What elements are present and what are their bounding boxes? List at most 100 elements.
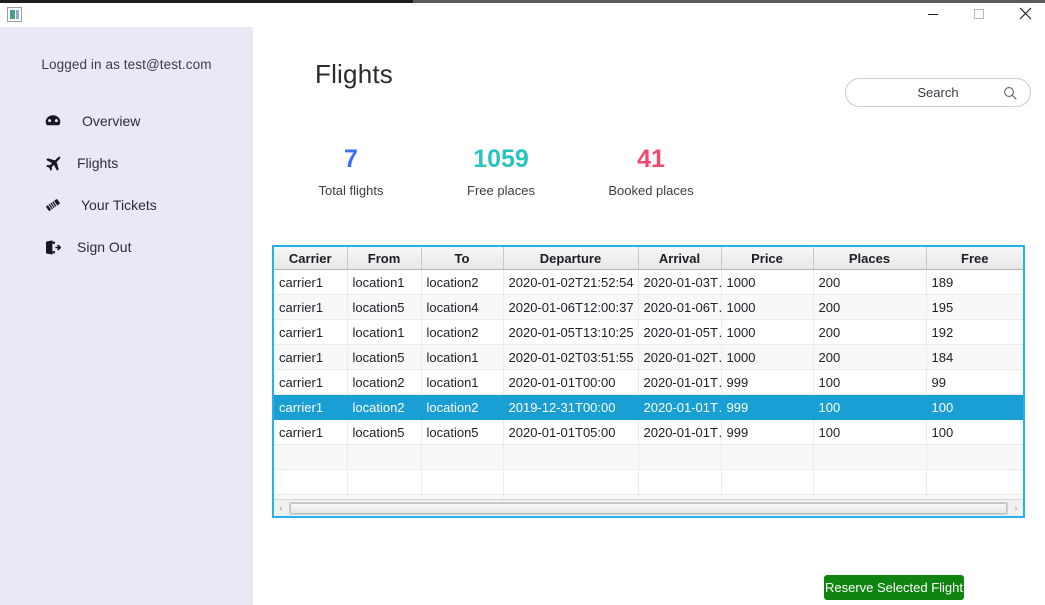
table-cell: location5 <box>421 419 504 445</box>
table-cell-empty <box>347 444 422 470</box>
table-cell: 2020-01-06T… <box>638 294 722 320</box>
window-close-button[interactable] <box>1002 0 1045 27</box>
table-row[interactable]: carrier1 location5 location4 2020-01-06T12:… <box>274 294 1023 320</box>
sidebar-item-overview[interactable]: Overview <box>0 100 253 142</box>
stat-total-flights-label: Total flights <box>318 183 384 198</box>
column-header-departure[interactable]: Departure <box>503 247 639 270</box>
table-cell: carrier1 <box>274 269 348 295</box>
logged-in-status: Logged in as test@test.com <box>41 57 212 72</box>
close-icon <box>1019 7 1031 20</box>
table-cell: 2020-01-01T… <box>638 394 722 420</box>
table-cell: 100 <box>926 419 1023 445</box>
table-cell: location4 <box>421 294 504 320</box>
table-row[interactable]: carrier1 location1 location2 2020-01-05T13:… <box>274 319 1023 345</box>
stat-free-places-label: Free places <box>467 183 535 198</box>
table-cell: 200 <box>813 319 927 345</box>
table-cell: 1000 <box>721 294 814 320</box>
table-cell: 999 <box>721 394 814 420</box>
table-cell-empty <box>813 469 927 495</box>
column-header-to[interactable]: To <box>421 247 504 270</box>
table-cell: 999 <box>721 369 814 395</box>
search-box[interactable] <box>845 78 1031 107</box>
table-cell: 999 <box>721 419 814 445</box>
table-cell: 2020-01-01T05:00 <box>503 419 639 445</box>
table-cell-empty <box>347 469 422 495</box>
sidebar-item-overview-label: Overview <box>82 113 141 129</box>
scrollbar-thumb[interactable] <box>290 502 1007 514</box>
table-cell: 200 <box>813 344 927 370</box>
sidebar-item-your-tickets-label: Your Tickets <box>81 197 157 213</box>
table-cell: location5 <box>347 419 422 445</box>
stat-total-flights: 7 Total flights <box>271 145 431 198</box>
flights-table-head: Carrier From To Departure Arrival Price … <box>274 247 1023 270</box>
table-cell-empty <box>638 444 722 470</box>
table-row-empty[interactable] <box>274 444 1023 470</box>
flights-grid: Carrier From To Departure Arrival Price … <box>274 247 1023 499</box>
table-cell: location1 <box>347 269 422 295</box>
sidebar-item-flights[interactable]: Flights <box>0 142 253 184</box>
table-row[interactable]: carrier1 location5 location1 2020-01-02T03:… <box>274 344 1023 370</box>
column-header-price[interactable]: Price <box>721 247 814 270</box>
table-cell: 2020-01-01T… <box>638 419 722 445</box>
table-row[interactable]: carrier1 location2 location1 2020-01-01T00:… <box>274 369 1023 395</box>
table-cell-empty <box>638 469 722 495</box>
column-header-carrier[interactable]: Carrier <box>274 247 348 270</box>
reserve-selected-flight-button[interactable]: Reserve Selected Flight <box>824 575 964 600</box>
ticket-icon <box>45 197 75 213</box>
table-cell: 2020-01-02T21:52:54 <box>503 269 639 295</box>
plane-icon <box>45 155 75 171</box>
window-maximize-button[interactable] <box>956 0 1002 27</box>
dashboard-icon <box>45 114 75 128</box>
flights-table: Carrier From To Departure Arrival Price … <box>274 247 1023 499</box>
table-cell: 189 <box>926 269 1023 295</box>
table-cell: carrier1 <box>274 369 348 395</box>
table-cell: 2020-01-06T12:00:37 <box>503 294 639 320</box>
table-row[interactable]: carrier1 location1 location2 2020-01-02T21:… <box>274 269 1023 295</box>
table-cell: 200 <box>813 294 927 320</box>
table-cell: carrier1 <box>274 294 348 320</box>
table-cell: 2019-12-31T00:00 <box>503 394 639 420</box>
table-cell-empty <box>274 469 348 495</box>
app-icon-left-block <box>10 10 16 19</box>
table-cell: location1 <box>421 344 504 370</box>
stat-total-flights-value: 7 <box>344 145 358 173</box>
sidebar-nav: Overview Flights Your Tickets Sign Out <box>0 100 253 268</box>
table-cell: location2 <box>421 319 504 345</box>
page-title: Flights <box>315 59 393 89</box>
scroll-right-arrow-icon[interactable]: › <box>1009 500 1023 517</box>
flights-table-body: carrier1 location1 location2 2020-01-02T21:… <box>274 269 1023 499</box>
sidebar: Logged in as test@test.com Overview Flig… <box>0 27 253 605</box>
table-cell-empty <box>926 444 1023 470</box>
table-row-empty[interactable] <box>274 469 1023 495</box>
table-cell: 100 <box>813 369 927 395</box>
table-cell-empty <box>721 469 814 495</box>
table-cell: carrier1 <box>274 344 348 370</box>
flights-table-header-row: Carrier From To Departure Arrival Price … <box>274 247 1023 270</box>
maximize-icon <box>974 8 984 19</box>
scroll-left-arrow-icon[interactable]: ‹ <box>274 500 288 517</box>
scrollbar-track[interactable] <box>289 501 1008 515</box>
horizontal-scrollbar[interactable]: ‹ › <box>274 499 1023 516</box>
stat-free-places: 1059 Free places <box>421 145 581 198</box>
search-input[interactable] <box>868 85 1008 100</box>
column-header-free[interactable]: Free <box>926 247 1023 270</box>
column-header-places[interactable]: Places <box>813 247 927 270</box>
table-cell: 2020-01-05T13:10:25 <box>503 319 639 345</box>
table-row[interactable]: carrier1 location5 location5 2020-01-01T05:… <box>274 419 1023 445</box>
table-cell: 2020-01-01T… <box>638 369 722 395</box>
table-cell: carrier1 <box>274 394 348 420</box>
stats-row: 7 Total flights 1059 Free places 41 Book… <box>253 145 1045 215</box>
app-icon <box>7 7 22 22</box>
table-cell: 100 <box>813 394 927 420</box>
table-cell: 1000 <box>721 319 814 345</box>
sidebar-item-your-tickets[interactable]: Your Tickets <box>0 184 253 226</box>
table-cell-empty <box>503 444 639 470</box>
sidebar-item-sign-out[interactable]: Sign Out <box>0 226 253 268</box>
column-header-arrival[interactable]: Arrival <box>638 247 722 270</box>
window-minimize-button[interactable] <box>910 0 956 27</box>
column-header-from[interactable]: From <box>347 247 422 270</box>
table-cell: 99 <box>926 369 1023 395</box>
table-cell: 200 <box>813 269 927 295</box>
search-icon[interactable] <box>1003 86 1017 105</box>
table-row[interactable]: carrier1 location2 location2 2019-12-31T00:… <box>274 394 1023 420</box>
